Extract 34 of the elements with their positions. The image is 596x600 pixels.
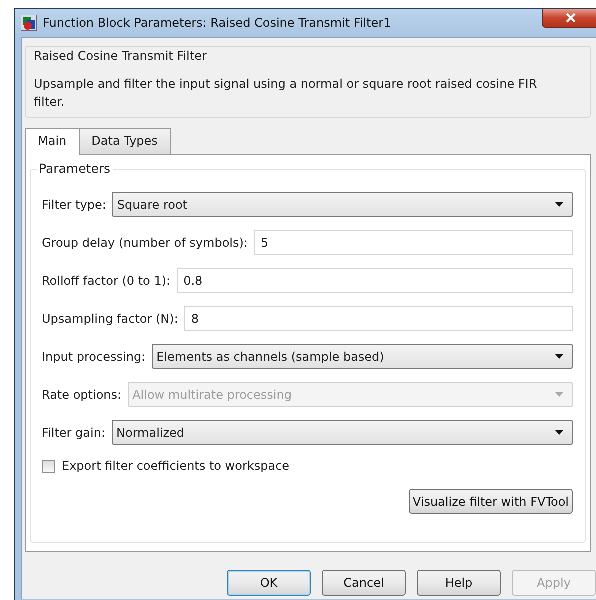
- caret-icon: [555, 430, 564, 435]
- field-label: Filter type:: [42, 198, 106, 212]
- dialog-button[interactable]: OK: [227, 570, 311, 596]
- input-field[interactable]: 5: [254, 230, 573, 255]
- field-label: Input processing:: [42, 350, 146, 364]
- field-label: Filter gain:: [42, 426, 106, 440]
- window-title: Function Block Parameters: Raised Cosine Transmit Filter1: [43, 16, 392, 30]
- dialog-button: Apply: [512, 570, 596, 596]
- input-field[interactable]: 8: [184, 306, 573, 331]
- dropdown: Allow multirate processing: [128, 382, 573, 407]
- caret-icon: [555, 354, 564, 359]
- description-text: Upsample and filter the input signal using a normal or square root raised cosine FIR filter.: [34, 76, 538, 111]
- checkbox-label: Export filter coefficients to workspace: [62, 459, 290, 473]
- dialog-button[interactable]: Cancel: [322, 570, 406, 596]
- dialog-button[interactable]: Help: [417, 570, 501, 596]
- field-label: Rate options:: [42, 388, 122, 402]
- caret-icon: [555, 392, 564, 397]
- group-title: Parameters: [37, 161, 113, 176]
- group-title: Raised Cosine Transmit Filter: [33, 49, 208, 63]
- dropdown[interactable]: Elements as channels (sample based): [152, 344, 573, 369]
- block-icon: [21, 15, 37, 31]
- visualize-button[interactable]: Visualize filter with FVTool: [408, 489, 573, 514]
- dropdown[interactable]: Normalized: [112, 420, 573, 445]
- tab[interactable]: Main: [25, 128, 80, 155]
- input-field[interactable]: 0.8: [176, 268, 573, 293]
- dropdown[interactable]: Square root: [112, 192, 573, 217]
- field-label: Rolloff factor (0 to 1):: [42, 274, 171, 288]
- close-icon: [566, 13, 576, 23]
- field-label: Upsampling factor (N):: [42, 312, 178, 326]
- close-button[interactable]: [542, 9, 596, 28]
- tab[interactable]: Data Types: [78, 128, 171, 154]
- field-label: Group delay (number of symbols):: [42, 236, 248, 250]
- caret-icon: [555, 202, 564, 207]
- checkbox[interactable]: [42, 460, 55, 472]
